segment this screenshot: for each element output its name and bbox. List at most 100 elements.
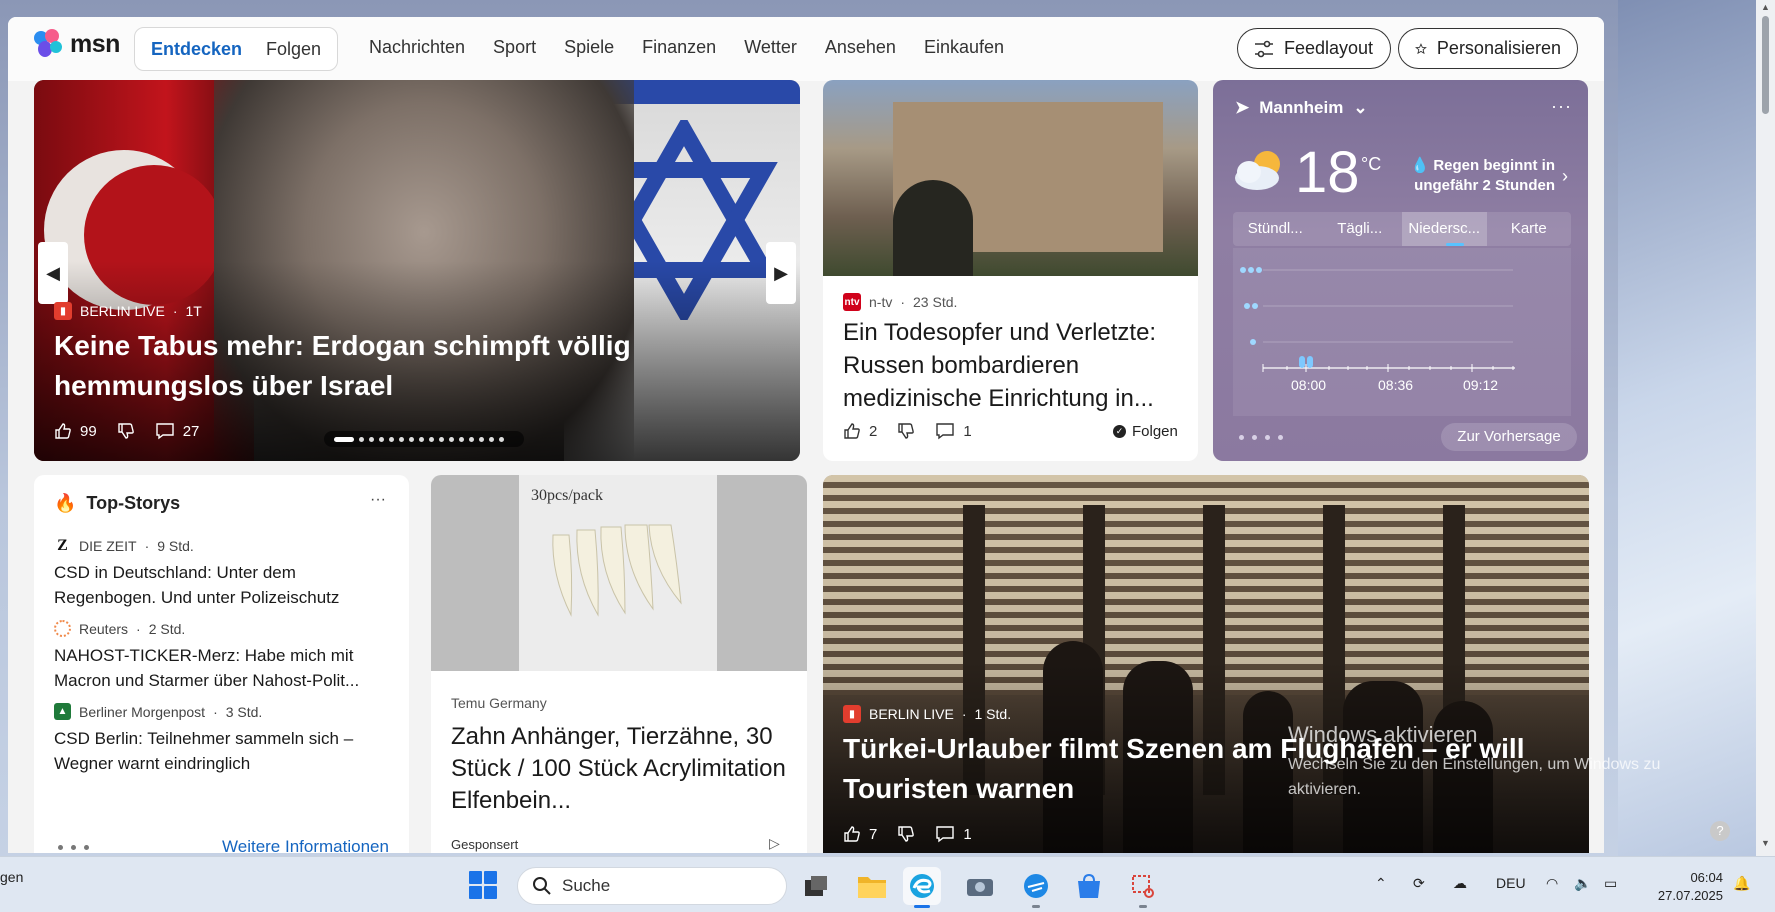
scroll-down-icon[interactable]: ▼: [1760, 838, 1771, 848]
list-item[interactable]: ▲ Berliner Morgenpost · 3 Std. CSD Berlin:…: [54, 703, 394, 776]
battery-icon[interactable]: ▭: [1604, 875, 1617, 892]
system-clock[interactable]: 06:04 27.07.2025: [1648, 869, 1723, 905]
weather-location-selector[interactable]: ➤ Mannheim ⌄: [1235, 98, 1368, 118]
comment-icon: [936, 423, 955, 440]
ntv-time: 23 Std.: [913, 294, 958, 310]
weather-pager-dots[interactable]: [1239, 435, 1283, 440]
main-nav: Nachrichten Sport Spiele Finanzen Wetter…: [355, 37, 1018, 58]
carousel-next-button[interactable]: ▶: [766, 242, 796, 304]
edge-browser-icon[interactable]: [903, 867, 941, 908]
camera-icon[interactable]: [961, 867, 999, 905]
cloud-offline-icon[interactable]: ☁: [1453, 875, 1467, 892]
language-indicator[interactable]: DEU: [1496, 875, 1526, 891]
logo-text: msn: [70, 29, 120, 58]
weather-card[interactable]: ➤ Mannheim ⌄ ··· 18 °C 💧 Regen beginnt i…: [1213, 80, 1588, 461]
nav-nachrichten[interactable]: Nachrichten: [355, 37, 479, 58]
hero-source[interactable]: ▮ BERLIN LIVE · 1T: [54, 302, 202, 320]
help-icon[interactable]: ?: [1710, 821, 1730, 841]
snipping-tool-icon[interactable]: [1124, 867, 1162, 908]
check-icon: ✓: [1113, 425, 1126, 438]
ntv-source[interactable]: ntv n-tv · 23 Std.: [843, 293, 957, 311]
zeit-logo-icon: Z: [54, 537, 71, 554]
nav-finanzen[interactable]: Finanzen: [628, 37, 730, 58]
travel-app-icon[interactable]: [1017, 867, 1055, 908]
sponsored-ad-card[interactable]: 30pcs/pack Temu Germany Zahn Anhänger, T…: [431, 475, 807, 853]
tray-chevron-icon[interactable]: ⌃: [1375, 875, 1387, 892]
personalize-button[interactable]: Personalisieren: [1398, 28, 1578, 69]
list-item[interactable]: Z DIE ZEIT · 9 Std. CSD in Deutschland: Un…: [54, 537, 394, 610]
sync-icon[interactable]: ⟳: [1413, 875, 1425, 892]
msn-logo-icon: [34, 29, 66, 59]
tab-hourly[interactable]: Stündl...: [1233, 212, 1318, 246]
story-title[interactable]: NAHOST-TICKER-Merz: Habe mich mit Macron…: [54, 643, 394, 693]
chevron-right-icon: ▶: [774, 262, 788, 283]
more-options-icon[interactable]: ···: [1551, 96, 1572, 117]
volume-icon[interactable]: 🔈: [1574, 875, 1591, 892]
thumbs-up-icon: [844, 826, 860, 842]
page-scrollbar[interactable]: ▲ ▼: [1756, 0, 1775, 856]
comment-button[interactable]: 1: [935, 422, 972, 440]
file-explorer-icon[interactable]: [853, 867, 891, 905]
notification-icon[interactable]: 🔔: [1733, 875, 1750, 892]
comment-button[interactable]: 1: [935, 825, 972, 843]
forecast-button[interactable]: Zur Vorhersage: [1441, 423, 1577, 451]
story-title[interactable]: CSD Berlin: Teilnehmer sammeln sich – We…: [54, 726, 394, 776]
rain-notice[interactable]: 💧 Regen beginnt in ungefähr 2 Stunden: [1409, 156, 1555, 196]
nav-sport[interactable]: Sport: [479, 37, 550, 58]
precip-gridlines: [1263, 269, 1513, 343]
nav-spiele[interactable]: Spiele: [550, 37, 628, 58]
tab-map[interactable]: Karte: [1487, 212, 1572, 246]
ad-title[interactable]: Zahn Anhänger, Tierzähne, 30 Stück / 100…: [451, 721, 797, 817]
dislike-button[interactable]: [897, 825, 915, 843]
ntv-title[interactable]: Ein Todesopfer und Verletzte: Russen bom…: [843, 316, 1183, 415]
airport-source[interactable]: ▮ BERLIN LIVE · 1 Std.: [843, 705, 1011, 723]
nav-wetter[interactable]: Wetter: [730, 37, 811, 58]
partly-cloudy-icon: [1235, 151, 1280, 190]
msn-logo[interactable]: msn: [34, 29, 120, 59]
hero-title[interactable]: Keine Tabus mehr: Erdogan schimpft völli…: [54, 326, 674, 406]
ntv-news-card[interactable]: ntv n-tv · 23 Std. Ein Todesopfer und Ve…: [823, 80, 1198, 461]
more-info-link[interactable]: Weitere Informationen: [222, 837, 389, 853]
ntv-logo-icon: ntv: [843, 293, 861, 311]
scroll-thumb[interactable]: [1762, 16, 1769, 114]
wifi-icon[interactable]: ◠: [1546, 875, 1558, 892]
comment-button[interactable]: 27: [155, 422, 199, 440]
ad-choices-icon[interactable]: ▷: [769, 835, 780, 852]
nav-ansehen[interactable]: Ansehen: [811, 37, 910, 58]
ad-pack-text: 30pcs/pack: [531, 487, 603, 504]
tab-entdecken[interactable]: Entdecken: [139, 39, 254, 60]
feed-tab-group: Entdecken Folgen: [134, 27, 339, 71]
like-button[interactable]: 99: [54, 422, 97, 440]
nav-einkaufen[interactable]: Einkaufen: [910, 37, 1018, 58]
windows-activation-watermark: Windows aktivieren Wechseln Sie zu den E…: [1288, 722, 1661, 798]
carousel-dots[interactable]: [324, 431, 524, 447]
scroll-up-icon[interactable]: ▲: [1760, 2, 1771, 12]
windows-start-icon[interactable]: [469, 871, 497, 899]
tab-daily[interactable]: Tägli...: [1318, 212, 1403, 246]
follow-button[interactable]: ✓ Folgen: [1113, 423, 1178, 440]
carousel-prev-button[interactable]: ◀: [38, 242, 68, 304]
comment-icon: [155, 423, 174, 440]
feed-layout-button[interactable]: Feedlayout: [1237, 28, 1391, 69]
dislike-button[interactable]: [897, 422, 915, 440]
comment-count: 1: [963, 422, 972, 440]
tab-folgen[interactable]: Folgen: [254, 39, 333, 60]
precip-tick-label: 08:00: [1291, 377, 1327, 393]
tab-precipitation[interactable]: Niedersc...: [1402, 212, 1487, 246]
story-title[interactable]: CSD in Deutschland: Unter dem Regenbogen…: [54, 560, 394, 610]
windows-taskbar: gen Suche ⌃ ⟳ ☁ DEU ◠ 🔈 ▭ 06:04 27.07.20…: [0, 856, 1775, 912]
taskbar-search[interactable]: Suche: [517, 867, 787, 905]
list-item[interactable]: Reuters · 2 Std. NAHOST-TICKER-Merz: Habe …: [54, 620, 394, 693]
chevron-left-icon: ◀: [46, 262, 60, 283]
store-icon[interactable]: [1070, 867, 1108, 905]
task-view-icon[interactable]: [797, 867, 835, 905]
chevron-right-icon[interactable]: ›: [1562, 166, 1568, 187]
like-button[interactable]: 2: [843, 422, 877, 440]
dislike-button[interactable]: [117, 422, 135, 440]
like-button[interactable]: 7: [843, 825, 877, 843]
hero-news-card[interactable]: ◀ ▶ ▮ BERLIN LIVE · 1T Keine Tabus mehr:…: [34, 80, 800, 461]
berlin-live-logo-icon: ▮: [54, 302, 72, 320]
more-options-icon[interactable]: ···: [370, 491, 386, 509]
top-stories-card: 🔥 Top-Storys ··· Z DIE ZEIT · 9 Std. CSD i…: [34, 475, 409, 853]
top-stories-pager[interactable]: [58, 845, 89, 850]
